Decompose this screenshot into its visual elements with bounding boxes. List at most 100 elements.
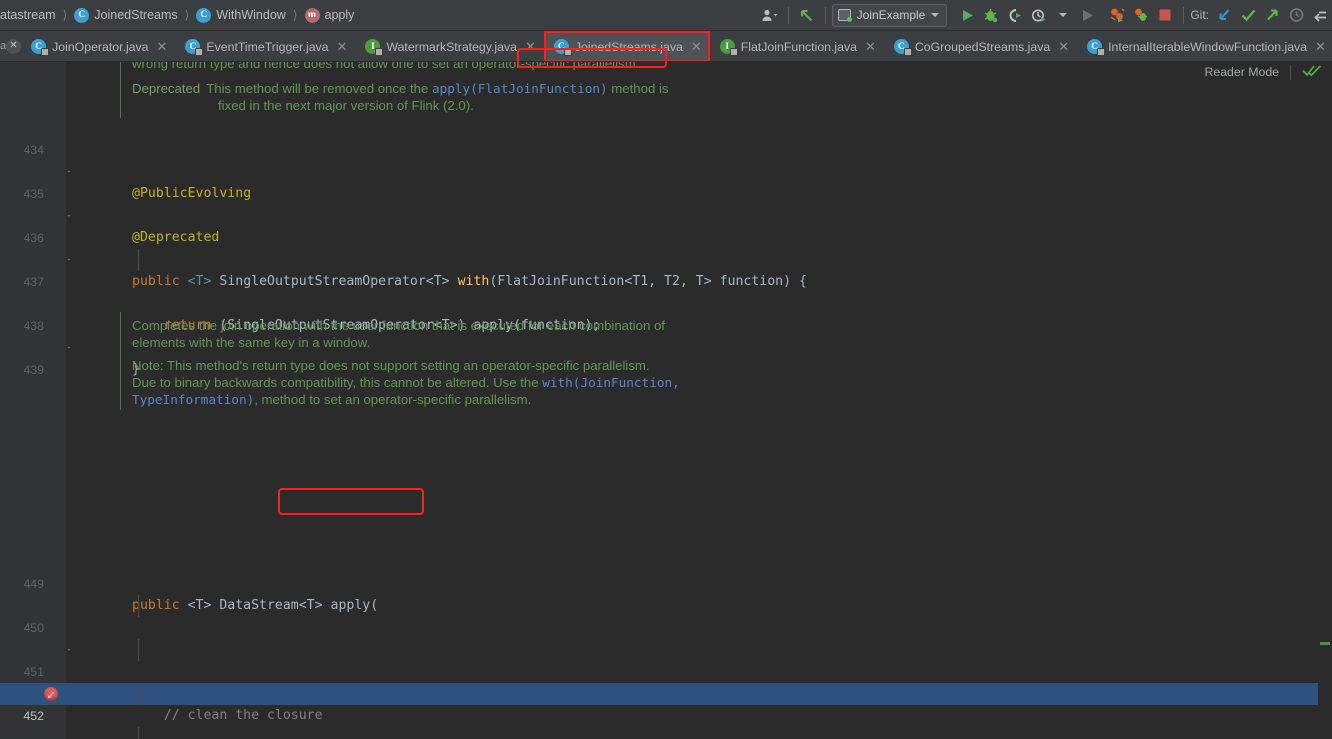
code-text: @Deprecated <box>132 230 220 245</box>
class-icon: C <box>31 39 50 56</box>
breadcrumb-separator-icon: ⟩ <box>62 8 68 22</box>
line-number: 437 <box>23 275 44 289</box>
line-number: 450 <box>23 621 44 635</box>
javadoc-code-link[interactable]: TypeInformation) <box>132 392 254 407</box>
class-icon: C <box>185 39 204 56</box>
tab-label: JoinOperator.java <box>52 39 149 54</box>
code-line-current: 452 function = input1.getExecutionEnviro… <box>0 683 1332 723</box>
tab-flatjoinfunction[interactable]: I FlatJoinFunction.java ✕ <box>709 31 884 61</box>
tab-label: EventTimeTrigger.java <box>206 39 329 54</box>
attach-debug-button[interactable] <box>1105 2 1129 28</box>
javadoc-code-link[interactable]: with(JoinFunction, <box>542 375 680 390</box>
tab-watermarkstrategy[interactable]: I WatermarkStrategy.java ✕ <box>355 31 544 61</box>
run-config-label: JoinExample <box>856 8 926 22</box>
close-icon[interactable]: ✕ <box>865 40 876 53</box>
deprecated-text-part1: This method will be removed once the <box>206 81 432 96</box>
line-number: 434 <box>23 143 44 157</box>
breadcrumb-item-apply[interactable]: m apply <box>304 7 355 23</box>
back-arrow-icon[interactable] <box>795 2 819 28</box>
code-line: 438 - } <box>0 293 1332 377</box>
javadoc-deprecated-tag: Deprecated <box>132 81 201 96</box>
code-line: 449 public <T> DataStream<T> apply( <box>0 551 1332 613</box>
breadcrumb-item-joinedstreams[interactable]: C JoinedStreams <box>74 7 178 23</box>
run-button[interactable] <box>955 2 979 28</box>
javadoc-text: Due to binary backwards compatibility, t… <box>132 375 543 390</box>
method-params: (FlatJoinFunction<T1, T2, T> function) { <box>489 274 807 289</box>
return-type: SingleOutputStreamOperator<T> <box>219 274 450 289</box>
debug-button[interactable] <box>979 2 1003 28</box>
breakpoint-icon[interactable] <box>44 685 58 707</box>
run-configuration-selector[interactable]: JoinExample <box>831 3 948 27</box>
javadoc-mid-p2-l1: Note: This method's return type does not… <box>132 358 650 373</box>
close-all-tabs-button[interactable]: ✕ <box>6 31 22 61</box>
attach-profile-button[interactable] <box>1129 2 1153 28</box>
code-line: 450 - JoinFunction<T1, T2, T> function, … <box>0 595 1332 702</box>
method-icon: m <box>304 7 320 23</box>
rerun-button[interactable] <box>1075 2 1099 28</box>
line-number: 439 <box>23 363 44 377</box>
tab-label: FlatJoinFunction.java <box>740 39 857 54</box>
close-icon[interactable]: ✕ <box>1315 40 1326 53</box>
javadoc-mid-p1-l2: elements with the same key in a window. <box>132 335 371 350</box>
push-icon[interactable] <box>1260 2 1284 28</box>
javadoc-text: , method to set an operator-specific par… <box>254 392 532 407</box>
reader-mode-indicator[interactable]: Reader Mode <box>1204 64 1322 80</box>
close-icon[interactable]: ✕ <box>1058 40 1069 53</box>
breadcrumb-separator-icon: ⟩ <box>184 8 190 22</box>
toolbar-actions: JoinExample Git: <box>758 0 1332 31</box>
breadcrumb-separator-icon: ⟩ <box>292 8 298 22</box>
line-number: 452 <box>23 709 44 723</box>
divider <box>1290 64 1291 80</box>
tab-joinoperator[interactable]: C JoinOperator.java ✕ <box>21 31 176 61</box>
code-line: 435 - @Deprecated <box>0 161 1332 245</box>
main-toolbar: atastream ⟩ C JoinedStreams ⟩ C WithWind… <box>0 0 1332 31</box>
javadoc-code-link[interactable]: apply(FlatJoinFunction) <box>432 81 608 96</box>
javadoc-left-bar <box>120 312 121 410</box>
history-icon[interactable] <box>1284 2 1308 28</box>
update-project-icon[interactable] <box>1212 2 1236 28</box>
tab-internaliterablewindowfunction[interactable]: C InternalIterableWindowFunction.java ✕ <box>1077 31 1332 61</box>
javadoc-deprecated-text: This method will be removed once the app… <box>206 81 668 96</box>
class-icon: C <box>1087 39 1106 56</box>
close-icon[interactable]: ✕ <box>157 40 168 53</box>
stop-button[interactable] <box>1153 2 1177 28</box>
breadcrumb-label: WithWindow <box>216 8 286 22</box>
javadoc-mid-p1-l1: Completes the join operation with the us… <box>132 318 665 333</box>
close-icon[interactable]: ✕ <box>691 40 702 53</box>
profile-icon[interactable] <box>758 2 782 28</box>
tab-cogroupedstreams[interactable]: C CoGroupedStreams.java ✕ <box>883 31 1078 61</box>
chevron-down-icon[interactable] <box>1051 2 1075 28</box>
double-check-icon[interactable] <box>1302 64 1322 80</box>
code-line: 437 return (SingleOutputStreamOperator<T… <box>0 249 1332 333</box>
class-icon: C <box>196 7 212 23</box>
code-line: 451 // clean the closure <box>0 639 1332 723</box>
editor-tab-bar: a ✕ C JoinOperator.java ✕ C EventTimeTri… <box>0 31 1332 62</box>
breadcrumb: atastream ⟩ C JoinedStreams ⟩ C WithWind… <box>0 7 355 23</box>
close-icon[interactable]: ✕ <box>337 40 348 53</box>
line-number: 451 <box>23 665 44 679</box>
toolbar-divider <box>824 6 826 24</box>
tab-label: CoGroupedStreams.java <box>914 39 1051 54</box>
profiler-button[interactable] <box>1027 2 1051 28</box>
class-icon: C <box>74 7 90 23</box>
tab-joinedstreams[interactable]: C JoinedStreams.java ✕ <box>543 31 710 61</box>
javadoc-deprecated-line3: fixed in the next major version of Flink… <box>218 98 474 113</box>
breadcrumb-label: apply <box>324 8 355 22</box>
rollback-icon[interactable] <box>1308 2 1332 28</box>
class-icon: C <box>893 39 912 56</box>
method-name: with <box>457 274 490 289</box>
line-number: 449 <box>23 577 44 591</box>
tab-eventtimetrigger[interactable]: C EventTimeTrigger.java ✕ <box>175 31 356 61</box>
breadcrumb-item-withwindow[interactable]: C WithWindow <box>196 7 286 23</box>
run-with-coverage-button[interactable] <box>1003 2 1027 28</box>
code-comment: // clean the closure <box>132 705 323 727</box>
interface-icon: I <box>365 39 384 56</box>
breadcrumb-item-package[interactable]: atastream <box>0 8 56 22</box>
code-editor[interactable]: Reader Mode wrong return type and hence … <box>0 62 1332 739</box>
javadoc-left-bar <box>120 62 121 118</box>
editor-scrollbar[interactable] <box>1318 62 1332 739</box>
comment-text: // clean the closure <box>163 708 323 723</box>
close-icon[interactable]: ✕ <box>525 40 536 53</box>
commit-icon[interactable] <box>1236 2 1260 28</box>
generic-param: <T> <box>187 274 212 289</box>
